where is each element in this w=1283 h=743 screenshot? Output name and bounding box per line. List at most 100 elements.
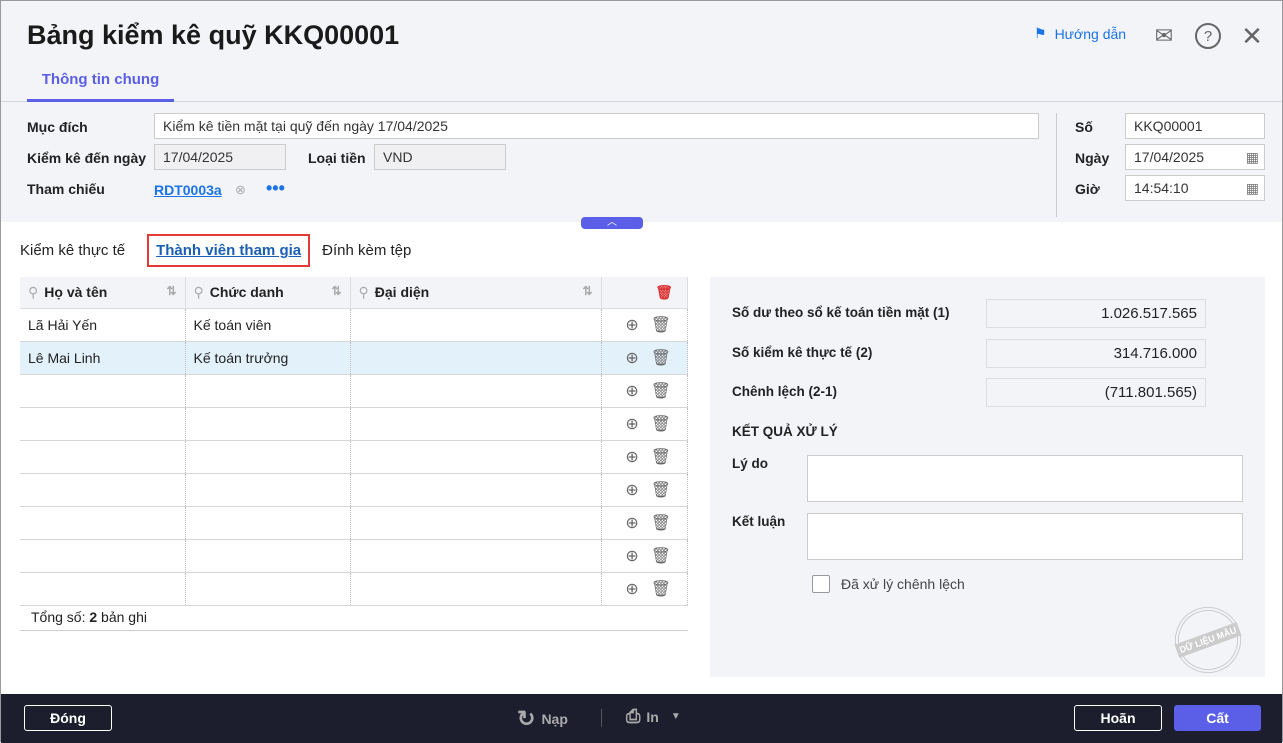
table-row[interactable]: ⊕ 🗑 [20,572,688,606]
reason-textarea[interactable] [807,455,1243,502]
undo-button[interactable]: Hoãn [1074,705,1162,731]
add-row-icon[interactable]: ⊕ [625,350,638,367]
calendar-icon[interactable]: ▦ [1246,176,1259,200]
purpose-input[interactable]: Kiểm kê tiền mặt tại quỹ đến ngày 17/04/… [154,113,1039,139]
add-row-icon[interactable]: ⊕ [625,317,638,334]
close-button[interactable]: Đóng [24,705,112,731]
table-cell[interactable] [185,473,351,507]
reference-link[interactable]: RDT0003a [154,182,222,198]
table-cell[interactable] [350,539,602,573]
delete-row-icon[interactable]: 🗑 [651,548,671,565]
number-input[interactable]: KKQ00001 [1125,113,1265,139]
collapse-button[interactable]: ︿ [581,217,643,229]
sort-icon[interactable]: ⇅ [166,284,176,298]
table-cell[interactable] [185,539,351,573]
table-cell[interactable] [350,407,602,441]
help-icon[interactable]: ? [1195,23,1221,49]
table-cell[interactable]: Lã Hải Yến [20,308,186,342]
table-cell[interactable] [20,572,186,606]
add-row-icon[interactable]: ⊕ [625,515,638,532]
table-cell[interactable] [185,407,351,441]
table-cell[interactable] [185,506,351,540]
column-header-representative[interactable]: ⚲ Đại diện ⇅ [350,277,602,309]
pin-icon[interactable]: ⚲ [359,284,369,300]
column-header-name[interactable]: ⚲ Họ và tên ⇅ [20,277,186,309]
delete-row-icon[interactable]: 🗑 [651,383,671,400]
table-cell[interactable]: Kế toán trưởng [185,341,351,375]
date-input[interactable]: 17/04/2025 ▦ [1125,144,1265,170]
delete-row-icon[interactable]: 🗑 [651,416,671,433]
table-row[interactable]: ⊕ 🗑 [20,506,688,540]
table-cell[interactable] [20,506,186,540]
email-icon[interactable]: ✉ [1151,23,1177,49]
table-row[interactable]: ⊕ 🗑 [20,407,688,441]
tab-actual-count[interactable]: Kiểm kê thực tế [20,242,133,267]
total-suffix: bản ghi [97,609,147,625]
table-cell[interactable]: Lê Mai Linh [20,341,186,375]
add-row-icon[interactable]: ⊕ [625,581,638,598]
number-label: Số [1075,119,1093,135]
pin-icon[interactable]: ⚲ [194,284,204,300]
processed-checkbox[interactable] [812,575,830,593]
add-row-icon[interactable]: ⊕ [625,449,638,466]
table-cell[interactable] [350,341,602,375]
delete-all-icon[interactable]: 🗑 [601,277,688,309]
table-cell[interactable] [20,473,186,507]
table-row[interactable]: ⊕ 🗑 [20,440,688,474]
table-cell[interactable] [350,572,602,606]
table-row[interactable]: ⊕ 🗑 [20,539,688,573]
tab-attachments[interactable]: Đính kèm tệp [322,242,419,267]
table-cell[interactable] [20,407,186,441]
purpose-label: Mục đích [27,119,88,135]
pin-icon[interactable]: ⚲ [28,284,38,300]
table-cell[interactable] [20,374,186,408]
delete-row-icon[interactable]: 🗑 [651,482,671,499]
chevron-down-icon[interactable]: ▼ [671,711,681,722]
close-icon[interactable]: ✕ [1239,21,1265,51]
conclusion-textarea[interactable] [807,513,1243,560]
row-actions: ⊕ 🗑 [601,308,688,342]
delete-row-icon[interactable]: 🗑 [651,350,671,367]
table-cell[interactable] [185,572,351,606]
table-cell[interactable] [350,440,602,474]
table-cell[interactable] [185,374,351,408]
table-row[interactable]: Lê Mai Linh Kế toán trưởng ⊕ 🗑 [20,341,688,375]
tab-general-info[interactable]: Thông tin chung [27,61,174,102]
column-header-title[interactable]: ⚲ Chức danh ⇅ [185,277,351,309]
table-row[interactable]: ⊕ 🗑 [20,473,688,507]
delete-row-icon[interactable]: 🗑 [651,581,671,598]
footer-toolbar: Đóng ↻ Nạp ⎙ In ▼ Hoãn Cất [1,694,1282,743]
table-cell[interactable] [350,308,602,342]
page-title: Bảng kiểm kê quỹ KKQ00001 [27,20,400,50]
add-row-icon[interactable]: ⊕ [625,383,638,400]
more-icon[interactable]: ••• [266,178,285,199]
reload-button[interactable]: ↻ Nạp [517,706,568,732]
delete-row-icon[interactable]: 🗑 [651,515,671,532]
add-row-icon[interactable]: ⊕ [625,416,638,433]
print-button[interactable]: ⎙ In ▼ [626,706,681,727]
table-cell[interactable] [20,539,186,573]
delete-row-icon[interactable]: 🗑 [651,449,671,466]
to-date-input[interactable]: 17/04/2025 [154,144,286,170]
table-row[interactable]: ⊕ 🗑 [20,374,688,408]
sort-icon[interactable]: ⇅ [582,284,592,298]
table-cell[interactable] [350,506,602,540]
save-button[interactable]: Cất [1174,705,1261,731]
remove-reference-icon[interactable]: ⊗ [235,182,246,198]
currency-input[interactable]: VND [374,144,506,170]
time-input[interactable]: 14:54:10 ▦ [1125,175,1265,201]
add-row-icon[interactable]: ⊕ [625,482,638,499]
table-cell[interactable] [185,440,351,474]
table-cell[interactable] [350,374,602,408]
table-row[interactable]: Lã Hải Yến Kế toán viên ⊕ 🗑 [20,308,688,342]
table-cell[interactable]: Kế toán viên [185,308,351,342]
balance-value: 1.026.517.565 [986,299,1206,328]
delete-row-icon[interactable]: 🗑 [651,317,671,334]
help-link[interactable]: ⚑ Hướng dẫn [1034,25,1126,42]
tab-members[interactable]: Thành viên tham gia [147,234,311,267]
add-row-icon[interactable]: ⊕ [625,548,638,565]
calendar-icon[interactable]: ▦ [1246,145,1259,169]
sort-icon[interactable]: ⇅ [331,284,341,298]
table-cell[interactable] [350,473,602,507]
table-cell[interactable] [20,440,186,474]
